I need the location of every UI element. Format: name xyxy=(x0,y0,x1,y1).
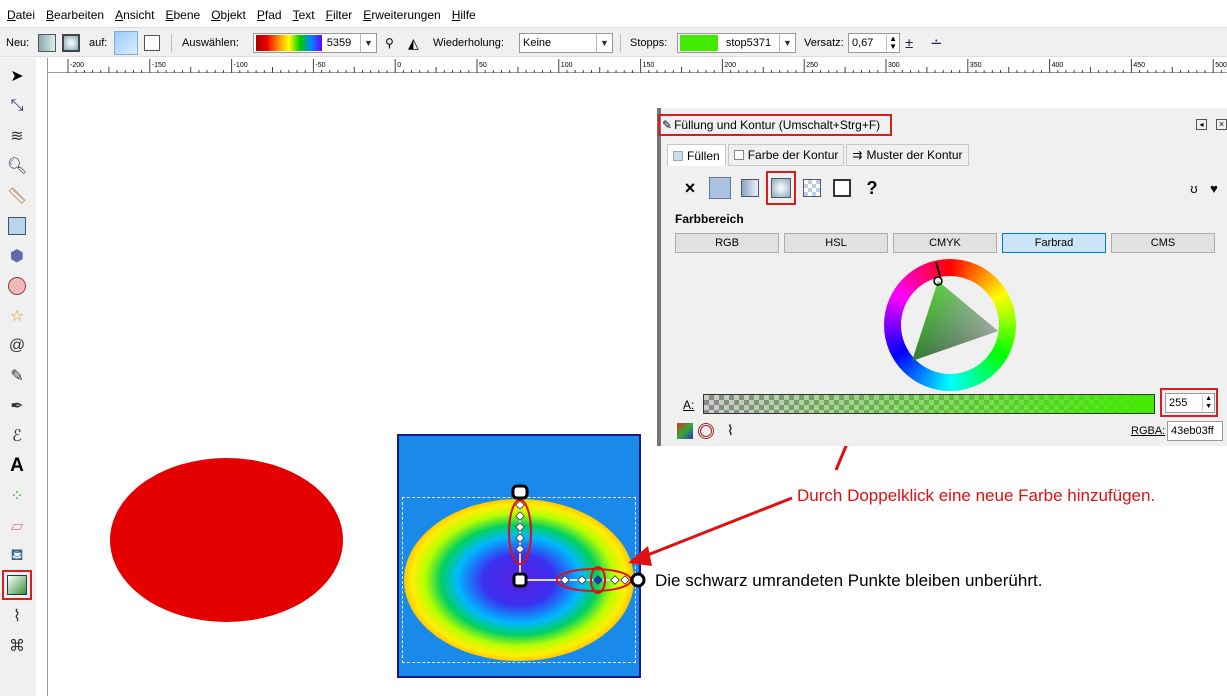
paint-none-button[interactable]: × xyxy=(679,177,701,199)
mode-hsl-button[interactable]: HSL xyxy=(784,233,888,253)
mode-cmyk-button[interactable]: CMYK xyxy=(893,233,997,253)
stroke-tab-icon xyxy=(733,150,744,160)
alpha-value-box: 255 ▲ ▼ xyxy=(1160,388,1218,417)
brush-icon: ✎ xyxy=(662,118,673,132)
fill-tab-icon xyxy=(673,150,683,161)
paint-linear-button[interactable] xyxy=(739,177,761,199)
dialog-title-box: ✎ Füllung und Kontur (Umschalt+Strg+F) xyxy=(658,114,892,136)
stop-handle xyxy=(610,575,620,585)
fill-stroke-dialog: ✎ Füllung und Kontur (Umschalt+Strg+F) ◂… xyxy=(657,108,1227,446)
color-wheel[interactable] xyxy=(884,259,1016,391)
dialog-tabs: Füllen Farbe der Kontur ⇉ Muster der Kont… xyxy=(667,144,971,166)
dialog-title: Füllung und Kontur (Umschalt+Strg+F) xyxy=(674,118,881,132)
paint-radial-button[interactable] xyxy=(766,171,796,205)
stop-handle xyxy=(515,511,525,521)
spin-arrows-icon: ▲ ▼ xyxy=(1202,395,1214,411)
color-managed-icon xyxy=(677,423,693,439)
tab-stroke-paint[interactable]: Farbe der Kontur xyxy=(727,144,845,166)
mode-wheel-button[interactable]: Farbrad xyxy=(1002,233,1106,253)
rgba-label: RGBA: xyxy=(1131,425,1166,437)
annotation-black-points: Die schwarz umrandeten Punkte bleiben un… xyxy=(655,571,1043,590)
stop-handle xyxy=(515,522,525,532)
alpha-value: 255 xyxy=(1169,397,1188,409)
stop-handle xyxy=(577,575,587,585)
mode-rgb-button[interactable]: RGB xyxy=(675,233,779,253)
paint-swatch-button[interactable] xyxy=(831,177,853,199)
mode-cms-button[interactable]: CMS xyxy=(1111,233,1215,253)
paint-pattern-button[interactable] xyxy=(801,177,823,199)
section-label: Farbbereich xyxy=(675,212,744,226)
arrow-to-stop xyxy=(639,496,793,560)
fill-rule-evenodd-icon[interactable]: ʊ xyxy=(1183,177,1205,199)
rgba-input[interactable]: 43eb03ff xyxy=(1167,421,1223,441)
alpha-slider[interactable] xyxy=(703,394,1155,414)
fill-rule-nonzero-icon[interactable]: ♥ xyxy=(1203,177,1225,199)
dropper-icon[interactable]: ⌇ xyxy=(727,422,734,439)
paint-unset-button[interactable]: ? xyxy=(861,177,883,199)
stop-handle xyxy=(560,575,570,585)
tab-fill[interactable]: Füllen xyxy=(667,144,726,166)
stop-handle xyxy=(620,575,630,585)
selected-stop-handle xyxy=(593,575,603,585)
close-icon[interactable]: × xyxy=(1216,119,1227,130)
annotation-doubleclick: Durch Doppelklick eine neue Farbe hinzuf… xyxy=(797,486,1156,505)
paint-flat-button[interactable] xyxy=(709,177,731,199)
end-handle-top xyxy=(511,484,529,500)
alpha-label: A: xyxy=(683,398,695,412)
stop-handle xyxy=(515,544,525,554)
center-handle xyxy=(512,572,528,588)
out-of-gamut-icon xyxy=(698,423,714,439)
stroke-style-icon: ⇉ xyxy=(852,148,863,162)
tab-stroke-style[interactable]: ⇉ Muster der Kontur xyxy=(846,144,969,166)
dock-icon[interactable]: ◂ xyxy=(1196,119,1207,130)
color-triangle[interactable] xyxy=(884,259,1016,391)
stop-handle xyxy=(515,533,525,543)
end-handle-right xyxy=(630,572,646,588)
alpha-spinbox[interactable]: 255 ▲ ▼ xyxy=(1165,393,1215,413)
arrow-head xyxy=(628,546,652,566)
